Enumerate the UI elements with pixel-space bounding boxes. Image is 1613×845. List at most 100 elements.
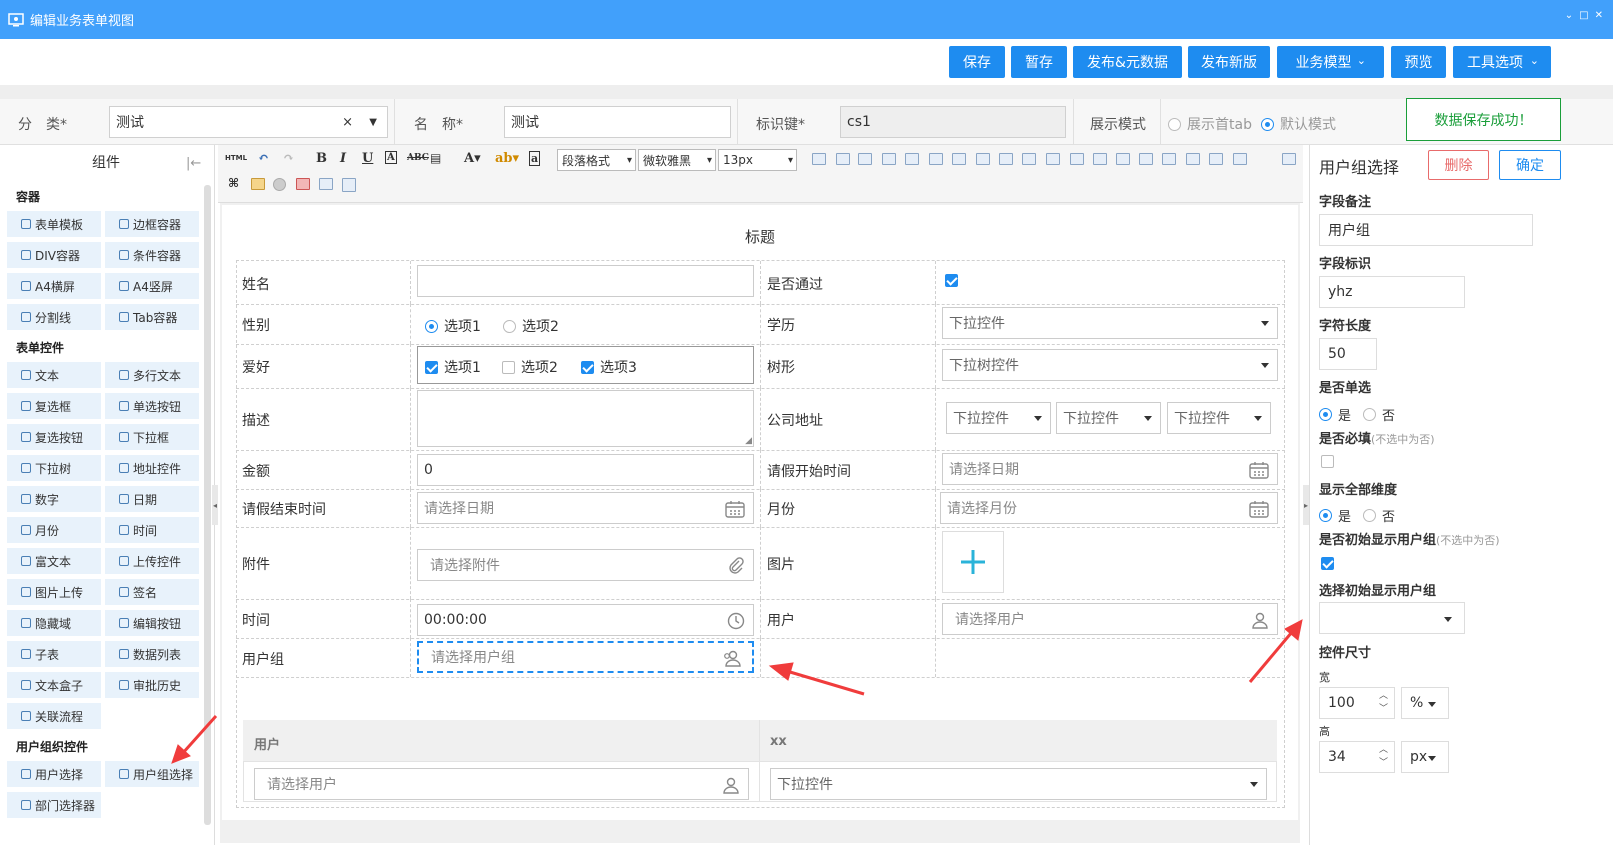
description-textarea[interactable]: ◢ xyxy=(417,390,754,447)
single-no-radio[interactable]: 否 xyxy=(1363,405,1395,424)
auto-format-icon[interactable]: a xyxy=(529,151,541,166)
component-item[interactable]: 用户组选择 xyxy=(105,761,199,787)
component-item[interactable]: 关联流程 xyxy=(7,703,101,729)
component-item[interactable]: 下拉树 xyxy=(7,455,101,481)
save-button[interactable]: 保存 xyxy=(949,46,1005,78)
italic-icon[interactable]: I xyxy=(340,151,346,166)
show-all-no-radio[interactable]: 否 xyxy=(1363,506,1395,525)
usergroup-input[interactable]: 请选择用户组 xyxy=(417,641,754,673)
gender-radio-2[interactable]: 选项2 xyxy=(503,316,559,336)
district-dropdown[interactable]: 下拉控件 xyxy=(1167,402,1271,434)
calendar-icon[interactable] xyxy=(296,178,310,190)
height-input[interactable]: 34 ︿ ﹀ xyxy=(1319,741,1395,773)
component-item[interactable]: 审批历史 xyxy=(105,672,199,698)
height-unit-select[interactable]: px xyxy=(1401,741,1449,773)
editor-tool-icon[interactable] xyxy=(1070,153,1084,165)
amount-input[interactable]: 0 xyxy=(417,454,754,486)
editor-tool-icon[interactable] xyxy=(905,153,919,165)
tree-dropdown[interactable]: 下拉树控件 xyxy=(942,349,1278,381)
component-item[interactable]: A4横屏 xyxy=(7,273,101,299)
show-all-yes-radio[interactable]: 是 xyxy=(1319,506,1351,525)
editor-tool-icon[interactable] xyxy=(1162,153,1176,165)
province-dropdown[interactable]: 下拉控件 xyxy=(946,402,1051,434)
time-input[interactable]: 00:00:00 xyxy=(417,604,754,636)
html-source-button[interactable]: HTML xyxy=(225,154,247,162)
component-item[interactable]: 多行文本 xyxy=(105,362,199,388)
undo-icon[interactable]: ↶ xyxy=(258,151,269,166)
select-init-dropdown[interactable] xyxy=(1319,602,1465,634)
editor-tool-icon[interactable] xyxy=(836,153,850,165)
binoculars-icon[interactable]: ⌘ xyxy=(228,176,239,190)
component-item[interactable]: 文本 xyxy=(7,362,101,388)
char-length-input[interactable]: 50 xyxy=(1319,338,1377,370)
hobby-checkbox-3[interactable]: 选项3 xyxy=(581,357,637,377)
temp-save-button[interactable]: 暂存 xyxy=(1011,46,1067,78)
editor-tool-icon[interactable] xyxy=(952,153,966,165)
editor-tool-icon[interactable] xyxy=(812,153,826,165)
component-item[interactable]: 文本盒子 xyxy=(7,672,101,698)
text-border-icon[interactable]: A xyxy=(385,151,397,164)
highlight-icon[interactable]: ab▾ xyxy=(495,151,519,166)
component-item[interactable]: 复选框 xyxy=(7,393,101,419)
tool-options-button[interactable]: 工具选项 ⌄ xyxy=(1453,46,1551,78)
editor-tool-icon[interactable] xyxy=(1186,153,1200,165)
table-doc-icon[interactable] xyxy=(342,178,356,192)
editor-tool-icon[interactable] xyxy=(1093,153,1107,165)
image-upload[interactable] xyxy=(942,531,1004,593)
stepper-icon[interactable]: ︿ ﹀ xyxy=(1379,744,1388,770)
component-item[interactable]: 隐藏域 xyxy=(7,610,101,636)
gender-radio-1[interactable]: 选项1 xyxy=(425,316,481,336)
field-note-input[interactable]: 用户组 xyxy=(1319,214,1533,246)
component-item[interactable]: 富文本 xyxy=(7,548,101,574)
fullscreen-icon[interactable] xyxy=(1282,153,1296,165)
publish-new-button[interactable]: 发布新版 xyxy=(1188,46,1270,78)
editor-tool-icon[interactable] xyxy=(1022,153,1036,165)
name-field-input[interactable] xyxy=(417,265,754,297)
close-icon[interactable]: ✕ xyxy=(1595,10,1603,21)
component-item[interactable]: 日期 xyxy=(105,486,199,512)
component-item[interactable]: 表单模板 xyxy=(7,211,101,237)
component-item[interactable]: Tab容器 xyxy=(105,304,199,330)
underline-icon[interactable]: U xyxy=(362,151,373,166)
clock-icon[interactable] xyxy=(727,612,745,630)
left-scrollbar[interactable] xyxy=(204,185,211,825)
component-item[interactable]: 上传控件 xyxy=(105,548,199,574)
editor-tool-icon[interactable] xyxy=(976,153,990,165)
clear-icon[interactable]: × xyxy=(342,115,353,130)
component-item[interactable]: 月份 xyxy=(7,517,101,543)
editor-tool-icon[interactable] xyxy=(999,153,1013,165)
component-item[interactable]: 地址控件 xyxy=(105,455,199,481)
month-input[interactable]: 请选择月份 xyxy=(940,492,1278,524)
editor-tool-icon[interactable] xyxy=(1209,153,1223,165)
editor-tool-icon[interactable] xyxy=(1233,153,1247,165)
name-input[interactable]: 测试 xyxy=(504,106,731,138)
city-dropdown[interactable]: 下拉控件 xyxy=(1056,402,1161,434)
stepper-icon[interactable]: ︿ ﹀ xyxy=(1379,690,1388,716)
business-model-button[interactable]: 业务模型 ⌄ xyxy=(1277,46,1384,78)
component-item[interactable]: A4竖屏 xyxy=(105,273,199,299)
format-brush-icon[interactable]: ▤ xyxy=(430,151,441,165)
component-item[interactable]: 单选按钮 xyxy=(105,393,199,419)
editor-tool-icon[interactable] xyxy=(882,153,896,165)
component-item[interactable]: 边框容器 xyxy=(105,211,199,237)
component-item[interactable]: 分割线 xyxy=(7,304,101,330)
mode-first-tab-radio[interactable]: 展示首tab xyxy=(1168,114,1252,134)
required-checkbox[interactable] xyxy=(1321,455,1340,472)
hobby-checkbox-2[interactable]: 选项2 xyxy=(502,357,558,377)
editor-tool-icon[interactable] xyxy=(1139,153,1153,165)
component-item[interactable]: DIV容器 xyxy=(7,242,101,268)
subtable-user-input[interactable]: 请选择用户 xyxy=(254,768,749,800)
init-show-checkbox[interactable] xyxy=(1321,557,1340,574)
subtable-dropdown[interactable]: 下拉控件 xyxy=(770,768,1267,800)
component-item[interactable]: 编辑按钮 xyxy=(105,610,199,636)
resize-handle-icon[interactable]: ◢ xyxy=(745,436,752,446)
component-item[interactable]: 子表 xyxy=(7,641,101,667)
single-yes-radio[interactable]: 是 xyxy=(1319,405,1351,424)
category-select[interactable]: 测试 × ▼ xyxy=(109,106,388,138)
pass-checkbox[interactable] xyxy=(945,274,964,291)
calendar-icon[interactable] xyxy=(1249,500,1269,518)
search-doc-icon[interactable] xyxy=(319,178,333,190)
component-item[interactable]: 时间 xyxy=(105,517,199,543)
mode-default-radio[interactable]: 默认模式 xyxy=(1261,114,1336,134)
component-item[interactable]: 复选按钮 xyxy=(7,424,101,450)
